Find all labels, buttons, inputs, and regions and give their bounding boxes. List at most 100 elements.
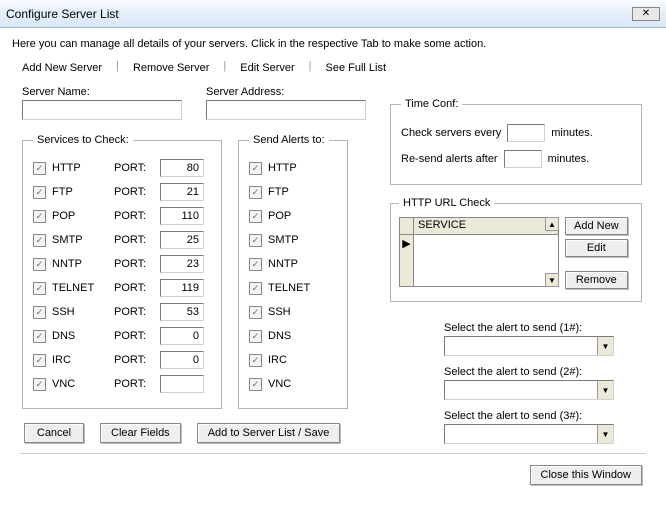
alert-label: FTP (268, 186, 289, 198)
service-checkbox[interactable]: ✓ (33, 162, 46, 175)
services-group: Services to Check: ✓HTTPPORT:✓FTPPORT:✓P… (22, 134, 222, 409)
edit-button[interactable]: Edit (565, 239, 628, 257)
port-input[interactable] (160, 351, 204, 369)
alert-row: ✓VNC (249, 372, 337, 396)
timeconf-group: Time Conf: Check servers every minutes. … (390, 98, 642, 185)
alerts-group: Send Alerts to: ✓HTTP✓FTP✓POP✓SMTP✓NNTP✓… (238, 134, 348, 409)
alerts-legend: Send Alerts to: (249, 134, 329, 146)
grid-col-service: SERVICE (414, 218, 558, 234)
alert-row: ✓ FTP (249, 180, 337, 204)
service-label: IRC (52, 354, 108, 366)
services-legend: Services to Check: (33, 134, 133, 146)
port-label: PORT: (114, 162, 154, 174)
alert-checkbox[interactable]: ✓ (249, 306, 262, 319)
server-name-label: Server Name: (22, 86, 182, 98)
service-checkbox[interactable]: ✓ (33, 378, 46, 391)
alert-row: ✓SMTP (249, 228, 337, 252)
service-label: NNTP (52, 258, 108, 270)
server-address-label: Server Address: (206, 86, 366, 98)
alert-checkbox[interactable]: ✓ (249, 162, 262, 175)
alert-checkbox[interactable]: ✓ (249, 210, 262, 223)
service-label: POP (52, 210, 108, 222)
service-checkbox[interactable]: ✓ (33, 258, 46, 271)
urlcheck-legend: HTTP URL Check (399, 197, 494, 209)
port-input[interactable] (160, 159, 204, 177)
alert-label: DNS (268, 330, 291, 342)
urlcheck-group: HTTP URL Check SERVICE ▶ ▲ ▼ Add New (390, 197, 642, 302)
service-checkbox[interactable]: ✓ (33, 330, 46, 343)
close-window-button[interactable]: Close this Window (530, 465, 642, 485)
alert-label: SSH (268, 306, 291, 318)
add-to-list-button[interactable]: Add to Server List / Save (197, 423, 341, 443)
service-label: DNS (52, 330, 108, 342)
service-checkbox[interactable]: ✓ (33, 306, 46, 319)
port-label: PORT: (114, 258, 154, 270)
port-input[interactable] (160, 183, 204, 201)
alert1-select[interactable]: ▼ (444, 336, 614, 356)
alert-checkbox[interactable]: ✓ (249, 282, 262, 295)
service-label: TELNET (52, 282, 108, 294)
service-row: ✓VNCPORT: (33, 372, 211, 396)
alert-row: ✓ SSH (249, 300, 337, 324)
server-address-input[interactable] (206, 100, 366, 120)
tab-bar: Add New Server| Remove Server| Edit Serv… (14, 60, 656, 76)
row-pointer-icon: ▶ (400, 235, 414, 286)
scroll-up-icon[interactable]: ▲ (545, 217, 559, 231)
urlcheck-grid[interactable]: SERVICE ▶ ▲ ▼ (399, 217, 559, 287)
service-row: ✓DNSPORT: (33, 324, 211, 348)
alert-row: ✓NNTP (249, 252, 337, 276)
tab-remove-server[interactable]: Remove Server (125, 60, 217, 76)
service-row: ✓ SMTP PORT: (33, 228, 211, 252)
port-input[interactable] (160, 231, 204, 249)
tab-add-new-server[interactable]: Add New Server (14, 60, 110, 76)
alert-label: POP (268, 210, 291, 222)
alert3-select[interactable]: ▼ (444, 424, 614, 444)
scroll-down-icon[interactable]: ▼ (545, 273, 559, 287)
service-checkbox[interactable]: ✓ (33, 354, 46, 367)
divider (20, 453, 646, 455)
check-every-label: Check servers every (401, 127, 501, 139)
port-input[interactable] (160, 255, 204, 273)
service-label: SSH (52, 306, 108, 318)
alert-label: TELNET (268, 282, 310, 294)
service-row: ✓ IRC PORT: (33, 348, 211, 372)
service-checkbox[interactable]: ✓ (33, 282, 46, 295)
resend-unit: minutes. (548, 153, 590, 165)
clear-fields-button[interactable]: Clear Fields (100, 423, 181, 443)
port-input[interactable] (160, 327, 204, 345)
tab-edit-server[interactable]: Edit Server (232, 60, 302, 76)
port-input[interactable] (160, 375, 204, 393)
alert-checkbox[interactable]: ✓ (249, 234, 262, 247)
alert-checkbox[interactable]: ✓ (249, 378, 262, 391)
port-input[interactable] (160, 279, 204, 297)
resend-input[interactable] (504, 150, 542, 168)
alert-label: IRC (268, 354, 287, 366)
resend-label: Re-send alerts after (401, 153, 498, 165)
port-label: PORT: (114, 210, 154, 222)
cancel-button[interactable]: Cancel (24, 423, 84, 443)
add-new-button[interactable]: Add New (565, 217, 628, 235)
check-every-input[interactable] (507, 124, 545, 142)
port-label: PORT: (114, 306, 154, 318)
check-every-unit: minutes. (551, 127, 593, 139)
close-icon[interactable]: ✕ (632, 7, 660, 21)
service-checkbox[interactable]: ✓ (33, 186, 46, 199)
alert1-label: Select the alert to send (1#): (444, 322, 642, 334)
remove-button[interactable]: Remove (565, 271, 628, 289)
service-checkbox[interactable]: ✓ (33, 210, 46, 223)
alert-checkbox[interactable]: ✓ (249, 354, 262, 367)
alert-checkbox[interactable]: ✓ (249, 258, 262, 271)
service-row: ✓TELNETPORT: (33, 276, 211, 300)
port-input[interactable] (160, 207, 204, 225)
alert-checkbox[interactable]: ✓ (249, 330, 262, 343)
tab-see-full-list[interactable]: See Full List (318, 60, 395, 76)
service-label: SMTP (52, 234, 108, 246)
port-label: PORT: (114, 354, 154, 366)
service-label: VNC (52, 378, 108, 390)
alert2-select[interactable]: ▼ (444, 380, 614, 400)
server-name-input[interactable] (22, 100, 182, 120)
port-input[interactable] (160, 303, 204, 321)
alert-checkbox[interactable]: ✓ (249, 186, 262, 199)
port-label: PORT: (114, 234, 154, 246)
service-checkbox[interactable]: ✓ (33, 234, 46, 247)
